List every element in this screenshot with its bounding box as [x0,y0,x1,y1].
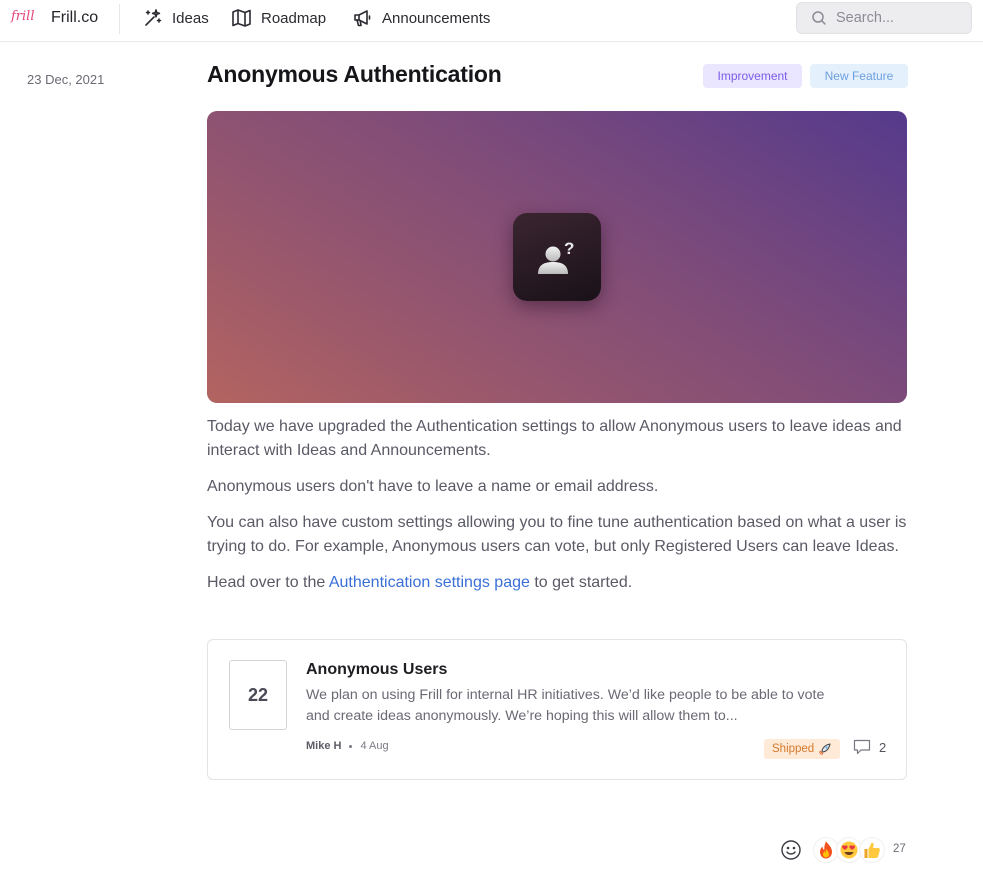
brand-name[interactable]: Frill.co [51,9,98,27]
post-paragraph: Anonymous users don't have to leave a na… [207,478,659,495]
sparkles-icon [145,9,162,26]
hero-app-tile: ? [513,213,601,301]
linked-idea-card[interactable]: 22 Anonymous Users We plan on using Fril… [207,639,907,780]
post-text: Head over to the [207,574,329,591]
thumbs-up-emoji-icon [864,842,880,858]
reaction-thumbs-up[interactable] [859,837,885,863]
post-date: 23 Dec, 2021 [27,72,105,87]
nav-divider [119,4,120,34]
nav-announcements[interactable]: Announcements [352,6,490,30]
top-nav-bar: frill Frill.co Ideas Roadmap Announcemen… [0,0,983,42]
nav-announcements-label: Announcements [382,9,491,27]
fire-emoji-icon [820,841,832,859]
idea-meta: Mike H 4 Aug [306,740,389,752]
frill-logo[interactable]: frill [10,4,40,30]
reaction-list [813,836,885,864]
megaphone-icon [354,10,371,27]
post-text: to get started. [529,574,633,591]
hero-banner: ? [207,111,907,403]
post-paragraph: You can also have custom settings allowi… [207,514,907,555]
post-title: Anonymous Authentication [207,61,502,87]
nav-roadmap[interactable]: Roadmap [231,6,326,30]
anonymous-user-icon: ? [538,239,574,274]
search-icon [812,11,826,25]
add-reaction-icon[interactable] [779,838,803,862]
idea-date: 4 Aug [360,740,389,752]
idea-author: Mike H [306,740,342,752]
comment-icon [853,739,871,755]
post-paragraph: Head over to the Authentication settings… [207,571,907,595]
nav-ideas[interactable]: Ideas [143,6,209,30]
comment-count: 2 [879,739,887,755]
tag-new-feature[interactable]: New Feature [810,64,908,88]
status-badge: Shipped [764,739,841,759]
authentication-settings-link[interactable]: Authentication settings page [329,574,530,591]
comments-button[interactable]: 2 [853,739,886,755]
post-paragraph: Today we have upgraded the Authenticatio… [207,418,902,459]
tag-improvement[interactable]: Improvement [703,64,802,88]
status-label: Shipped [772,743,815,755]
map-icon [232,9,251,27]
search-box[interactable] [796,2,972,34]
reaction-count: 27 [893,843,906,855]
search-input[interactable] [836,10,966,26]
nav-roadmap-label: Roadmap [261,9,327,27]
svg-text:?: ? [564,239,574,258]
rocket-icon [819,743,831,756]
post-body: Today we have upgraded the Authenticatio… [207,415,907,607]
heart-eyes-emoji-icon [840,841,858,859]
vote-button[interactable]: 22 [229,660,287,730]
idea-description: We plan on using Frill for internal HR i… [306,687,825,724]
separator-dot [349,744,353,748]
nav-ideas-label: Ideas [172,9,209,27]
idea-title[interactable]: Anonymous Users [306,661,447,679]
logo-text: frill [10,9,35,24]
